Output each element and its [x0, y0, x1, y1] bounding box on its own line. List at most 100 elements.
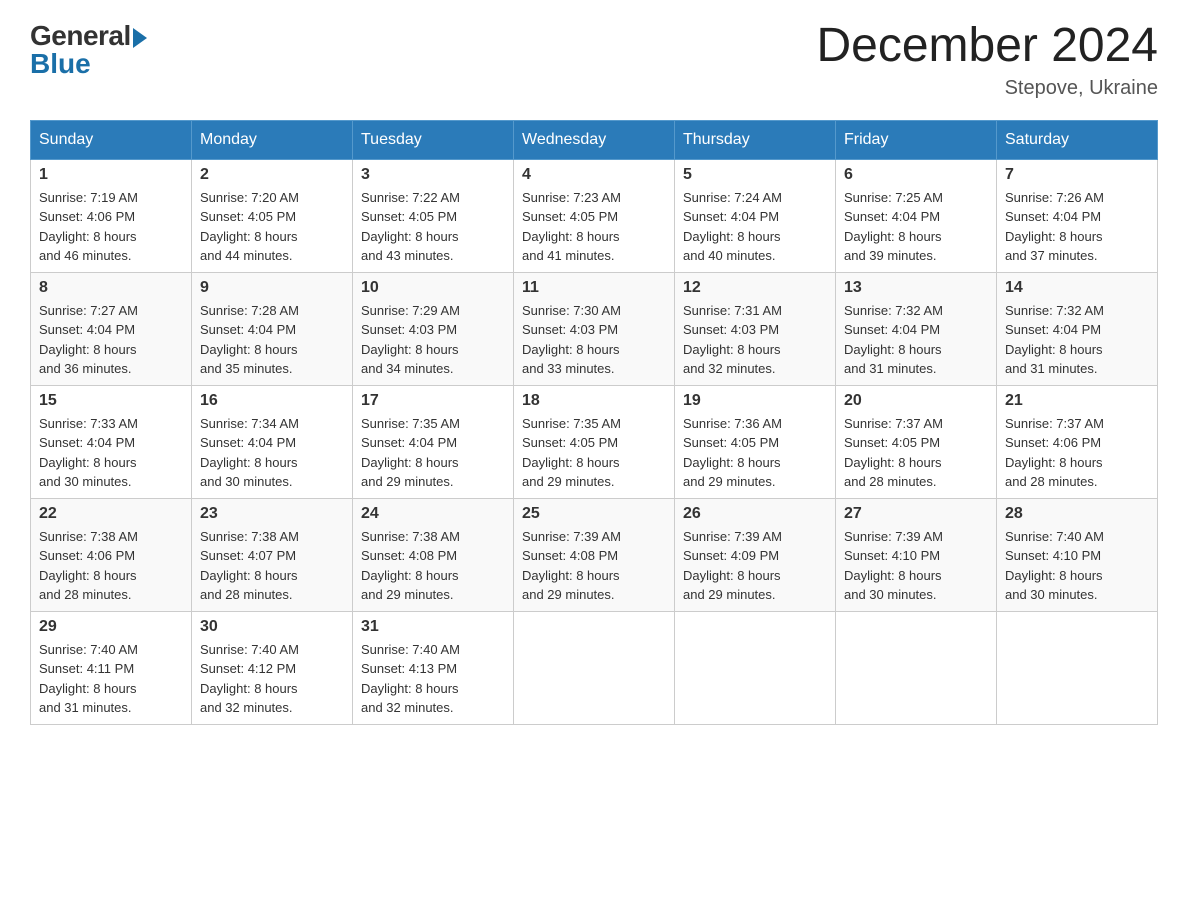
calendar-cell: 23 Sunrise: 7:38 AMSunset: 4:07 PMDayligh… — [192, 498, 353, 611]
calendar-cell: 17Sunrise: 7:35 AMSunset: 4:04 PMDayligh… — [353, 385, 514, 498]
day-number: 16 — [200, 392, 344, 410]
week-row-5: 29 Sunrise: 7:40 AMSunset: 4:11 PMDayligh… — [31, 611, 1158, 724]
day-info: Sunrise: 7:33 AMSunset: 4:04 PMDaylight:… — [39, 414, 183, 492]
logo-arrow-icon — [133, 28, 147, 48]
day-info: Sunrise: 7:28 AMSunset: 4:04 PMDaylight:… — [200, 301, 344, 379]
day-number: 8 — [39, 279, 183, 297]
day-info: Sunrise: 7:20 AMSunset: 4:05 PMDaylight:… — [200, 188, 344, 266]
day-info: Sunrise: 7:30 AMSunset: 4:03 PMDaylight:… — [522, 301, 666, 379]
day-info: Sunrise: 7:40 AMSunset: 4:12 PMDaylight:… — [200, 640, 344, 718]
page-header: General Blue December 2024 Stepove, Ukra… — [30, 20, 1158, 100]
day-info: Sunrise: 7:38 AMSunset: 4:07 PMDaylight:… — [200, 527, 344, 605]
calendar-cell: 30Sunrise: 7:40 AMSunset: 4:12 PMDayligh… — [192, 611, 353, 724]
day-number: 25 — [522, 505, 666, 523]
day-info: Sunrise: 7:29 AMSunset: 4:03 PMDaylight:… — [361, 301, 505, 379]
day-info: Sunrise: 7:38 AMSunset: 4:06 PMDaylight:… — [39, 527, 183, 605]
calendar-cell: 8 Sunrise: 7:27 AMSunset: 4:04 PMDaylight… — [31, 272, 192, 385]
day-number: 21 — [1005, 392, 1149, 410]
calendar-cell: 10 Sunrise: 7:29 AMSunset: 4:03 PMDayligh… — [353, 272, 514, 385]
day-info: Sunrise: 7:35 AMSunset: 4:04 PMDaylight:… — [361, 414, 505, 492]
calendar-cell — [836, 611, 997, 724]
title-section: December 2024 Stepove, Ukraine — [816, 20, 1158, 100]
day-number: 6 — [844, 166, 988, 184]
week-row-2: 8 Sunrise: 7:27 AMSunset: 4:04 PMDaylight… — [31, 272, 1158, 385]
day-number: 29 — [39, 618, 183, 636]
day-info: Sunrise: 7:40 AMSunset: 4:13 PMDaylight:… — [361, 640, 505, 718]
day-number: 3 — [361, 166, 505, 184]
day-info: Sunrise: 7:40 AMSunset: 4:11 PMDaylight:… — [39, 640, 183, 718]
day-info: Sunrise: 7:39 AMSunset: 4:09 PMDaylight:… — [683, 527, 827, 605]
day-number: 20 — [844, 392, 988, 410]
day-number: 22 — [39, 505, 183, 523]
day-number: 24 — [361, 505, 505, 523]
day-info: Sunrise: 7:32 AMSunset: 4:04 PMDaylight:… — [1005, 301, 1149, 379]
logo-blue-text: Blue — [30, 48, 91, 80]
calendar-cell: 24 Sunrise: 7:38 AMSunset: 4:08 PMDayligh… — [353, 498, 514, 611]
day-number: 14 — [1005, 279, 1149, 297]
day-number: 23 — [200, 505, 344, 523]
day-number: 5 — [683, 166, 827, 184]
calendar-cell: 19Sunrise: 7:36 AMSunset: 4:05 PMDayligh… — [675, 385, 836, 498]
calendar-cell — [675, 611, 836, 724]
calendar-cell: 20 Sunrise: 7:37 AMSunset: 4:05 PMDayligh… — [836, 385, 997, 498]
weekday-header-tuesday: Tuesday — [353, 120, 514, 159]
day-info: Sunrise: 7:34 AMSunset: 4:04 PMDaylight:… — [200, 414, 344, 492]
day-number: 1 — [39, 166, 183, 184]
day-number: 27 — [844, 505, 988, 523]
day-info: Sunrise: 7:38 AMSunset: 4:08 PMDaylight:… — [361, 527, 505, 605]
calendar-cell: 4 Sunrise: 7:23 AMSunset: 4:05 PMDaylight… — [514, 159, 675, 272]
calendar-cell: 9 Sunrise: 7:28 AMSunset: 4:04 PMDaylight… — [192, 272, 353, 385]
calendar-cell: 5 Sunrise: 7:24 AMSunset: 4:04 PMDaylight… — [675, 159, 836, 272]
day-info: Sunrise: 7:25 AMSunset: 4:04 PMDaylight:… — [844, 188, 988, 266]
day-info: Sunrise: 7:32 AMSunset: 4:04 PMDaylight:… — [844, 301, 988, 379]
calendar-cell: 26 Sunrise: 7:39 AMSunset: 4:09 PMDayligh… — [675, 498, 836, 611]
day-number: 18 — [522, 392, 666, 410]
week-row-3: 15 Sunrise: 7:33 AMSunset: 4:04 PMDayligh… — [31, 385, 1158, 498]
day-number: 12 — [683, 279, 827, 297]
weekday-header-saturday: Saturday — [997, 120, 1158, 159]
calendar-cell — [997, 611, 1158, 724]
day-info: Sunrise: 7:19 AMSunset: 4:06 PMDaylight:… — [39, 188, 183, 266]
day-info: Sunrise: 7:31 AMSunset: 4:03 PMDaylight:… — [683, 301, 827, 379]
day-number: 2 — [200, 166, 344, 184]
calendar-cell: 28 Sunrise: 7:40 AMSunset: 4:10 PMDayligh… — [997, 498, 1158, 611]
day-info: Sunrise: 7:23 AMSunset: 4:05 PMDaylight:… — [522, 188, 666, 266]
calendar-cell: 31Sunrise: 7:40 AMSunset: 4:13 PMDayligh… — [353, 611, 514, 724]
day-info: Sunrise: 7:27 AMSunset: 4:04 PMDaylight:… — [39, 301, 183, 379]
day-info: Sunrise: 7:40 AMSunset: 4:10 PMDaylight:… — [1005, 527, 1149, 605]
day-number: 13 — [844, 279, 988, 297]
day-info: Sunrise: 7:22 AMSunset: 4:05 PMDaylight:… — [361, 188, 505, 266]
day-info: Sunrise: 7:37 AMSunset: 4:05 PMDaylight:… — [844, 414, 988, 492]
calendar-cell: 1 Sunrise: 7:19 AMSunset: 4:06 PMDaylight… — [31, 159, 192, 272]
day-number: 28 — [1005, 505, 1149, 523]
day-number: 10 — [361, 279, 505, 297]
day-info: Sunrise: 7:37 AMSunset: 4:06 PMDaylight:… — [1005, 414, 1149, 492]
calendar-cell: 6 Sunrise: 7:25 AMSunset: 4:04 PMDaylight… — [836, 159, 997, 272]
calendar-table: SundayMondayTuesdayWednesdayThursdayFrid… — [30, 120, 1158, 725]
day-info: Sunrise: 7:26 AMSunset: 4:04 PMDaylight:… — [1005, 188, 1149, 266]
day-number: 15 — [39, 392, 183, 410]
calendar-cell: 3 Sunrise: 7:22 AMSunset: 4:05 PMDaylight… — [353, 159, 514, 272]
weekday-header-wednesday: Wednesday — [514, 120, 675, 159]
weekday-header-monday: Monday — [192, 120, 353, 159]
day-number: 4 — [522, 166, 666, 184]
calendar-cell: 27Sunrise: 7:39 AMSunset: 4:10 PMDayligh… — [836, 498, 997, 611]
calendar-cell: 11Sunrise: 7:30 AMSunset: 4:03 PMDayligh… — [514, 272, 675, 385]
calendar-cell: 18 Sunrise: 7:35 AMSunset: 4:05 PMDayligh… — [514, 385, 675, 498]
calendar-cell: 14 Sunrise: 7:32 AMSunset: 4:04 PMDayligh… — [997, 272, 1158, 385]
location-text: Stepove, Ukraine — [816, 77, 1158, 100]
weekday-header-friday: Friday — [836, 120, 997, 159]
calendar-cell: 2 Sunrise: 7:20 AMSunset: 4:05 PMDaylight… — [192, 159, 353, 272]
calendar-cell: 13 Sunrise: 7:32 AMSunset: 4:04 PMDayligh… — [836, 272, 997, 385]
calendar-cell: 7Sunrise: 7:26 AMSunset: 4:04 PMDaylight… — [997, 159, 1158, 272]
calendar-cell: 21 Sunrise: 7:37 AMSunset: 4:06 PMDayligh… — [997, 385, 1158, 498]
day-info: Sunrise: 7:24 AMSunset: 4:04 PMDaylight:… — [683, 188, 827, 266]
day-info: Sunrise: 7:35 AMSunset: 4:05 PMDaylight:… — [522, 414, 666, 492]
month-title: December 2024 — [816, 20, 1158, 73]
day-number: 26 — [683, 505, 827, 523]
week-row-4: 22 Sunrise: 7:38 AMSunset: 4:06 PMDayligh… — [31, 498, 1158, 611]
calendar-cell: 16 Sunrise: 7:34 AMSunset: 4:04 PMDayligh… — [192, 385, 353, 498]
calendar-cell — [514, 611, 675, 724]
day-number: 9 — [200, 279, 344, 297]
calendar-cell: 29 Sunrise: 7:40 AMSunset: 4:11 PMDayligh… — [31, 611, 192, 724]
